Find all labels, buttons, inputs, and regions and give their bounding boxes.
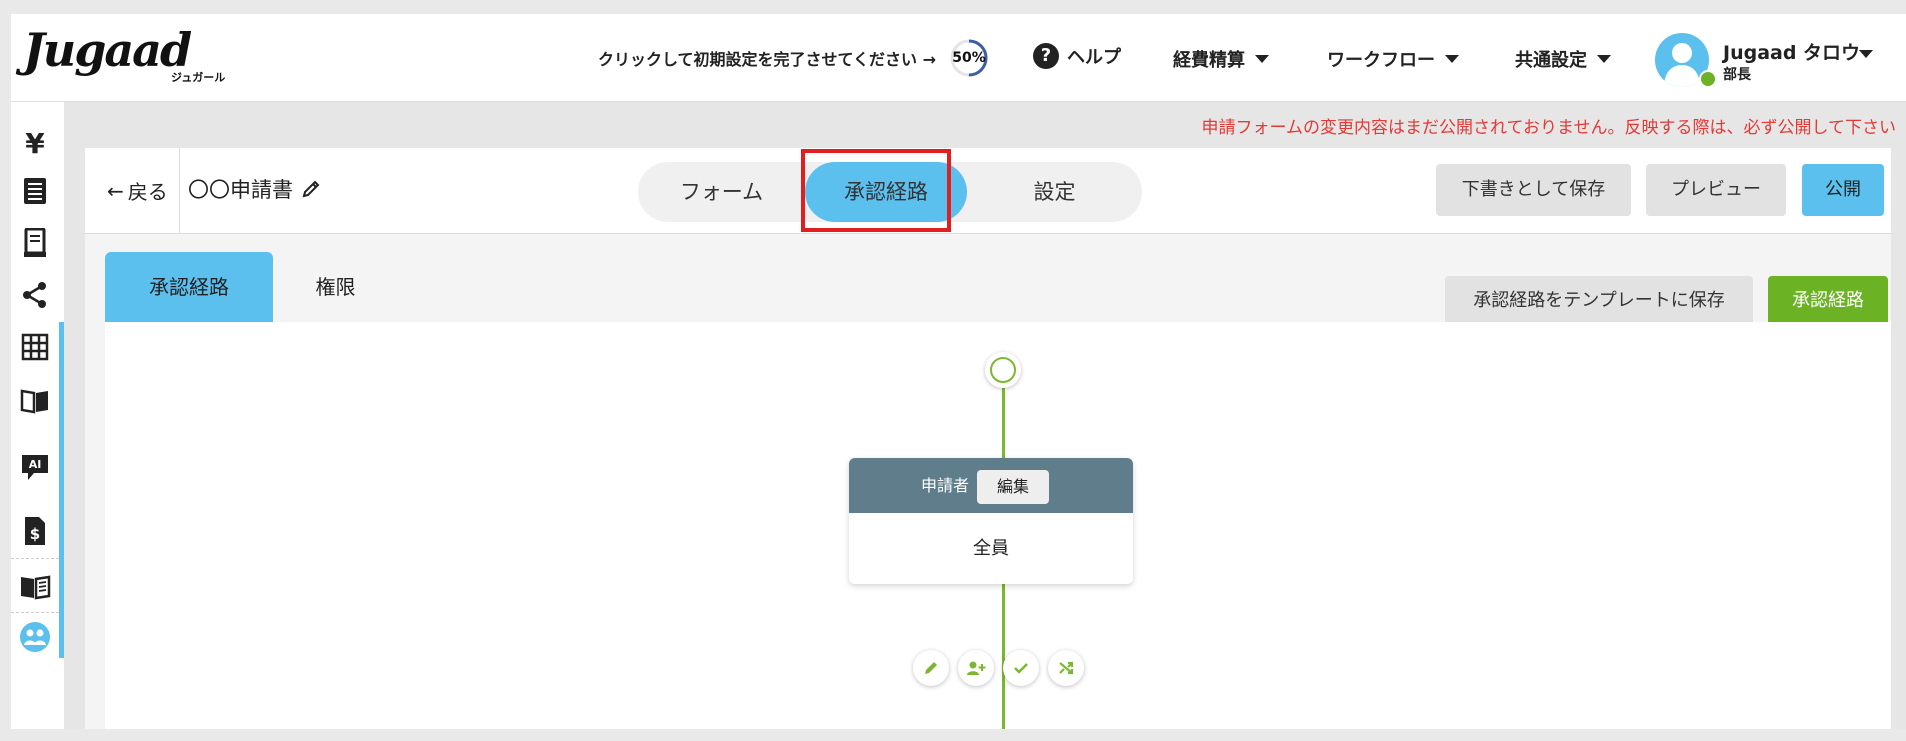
sidebar-item-book[interactable] <box>18 384 52 418</box>
editor-toolbar: ← 戻る 〇〇申請書 フォーム 承認経路 設定 下書きとして保存 プレビュー 公… <box>85 148 1891 234</box>
caret-down-icon <box>1255 55 1269 63</box>
logo-subtitle: ジュガール <box>171 71 226 84</box>
book-icon <box>20 389 48 414</box>
yen-icon: ¥ <box>25 126 45 160</box>
caret-down-icon <box>1445 55 1459 63</box>
publish-button[interactable]: 公開 <box>1802 164 1884 216</box>
edit-applicant-button[interactable]: 編集 <box>977 470 1049 504</box>
shuffle-icon <box>1059 661 1074 675</box>
add-branch-button[interactable] <box>1048 650 1084 686</box>
sidebar-item-payments[interactable]: $ <box>18 514 52 548</box>
help-link[interactable]: ? ヘルプ <box>1033 43 1121 69</box>
receipt-icon <box>24 178 46 204</box>
tab-form[interactable]: フォーム <box>638 162 805 222</box>
manual-icon <box>21 575 51 600</box>
svg-text:$: $ <box>30 525 40 543</box>
back-label: 戻る <box>127 180 168 204</box>
nav-workflow[interactable]: ワークフロー <box>1327 46 1459 72</box>
logo-text: Jugaad <box>23 23 192 77</box>
flow-connector <box>1002 388 1005 458</box>
applicant-node: 申請者 編集 全員 <box>849 458 1133 584</box>
subtab-approval-route[interactable]: 承認経路 <box>105 252 273 322</box>
user-menu-caret-icon[interactable] <box>1859 50 1873 58</box>
online-status-dot <box>1699 70 1717 88</box>
form-name-text: 〇〇申請書 <box>188 178 293 202</box>
toolbar-divider <box>179 148 180 233</box>
user-name[interactable]: Jugaad タロウ <box>1723 38 1860 65</box>
add-confirmation-button[interactable] <box>1003 650 1039 686</box>
sidebar-item-share[interactable] <box>18 278 52 312</box>
share-icon <box>23 282 46 308</box>
unpublished-warning: 申請フォームの変更内容はまだ公開されておりません。反映する際は、必ず公開して下さ… <box>1201 118 1896 138</box>
approval-route-button[interactable]: 承認経路 <box>1768 276 1888 326</box>
sidebar-item-grid[interactable] <box>18 330 52 364</box>
nav-expense[interactable]: 経費精算 <box>1173 46 1269 72</box>
tab-settings[interactable]: 設定 <box>967 162 1142 222</box>
app-window: Jugaad ジュガール クリックして初期設定を完了させてください → 50% … <box>11 14 1906 729</box>
applicant-node-header: 申請者 編集 <box>849 458 1133 513</box>
sidebar-active-indicator <box>59 322 64 658</box>
sidebar-item-invoices[interactable] <box>18 226 52 260</box>
save-as-template-button[interactable]: 承認経路をテンプレートに保存 <box>1445 276 1753 326</box>
back-button[interactable]: ← 戻る <box>107 176 168 205</box>
check-icon <box>1014 663 1028 674</box>
svg-text:AI: AI <box>29 458 42 471</box>
invoice-icon <box>24 228 46 257</box>
setup-prompt[interactable]: クリックして初期設定を完了させてください → <box>598 46 936 70</box>
setup-progress-text: 50% <box>952 50 986 66</box>
form-name[interactable]: 〇〇申請書 <box>188 174 321 204</box>
ai-chat-icon: AI <box>22 455 48 480</box>
edit-step-button[interactable] <box>913 650 949 686</box>
setup-progress-ring[interactable]: 50% <box>949 38 989 78</box>
caret-down-icon <box>1597 55 1611 63</box>
sidebar-item-ai[interactable]: AI <box>18 450 52 484</box>
pencil-icon <box>925 662 937 674</box>
arrow-left-icon: ← <box>107 178 124 203</box>
dollar-doc-icon: $ <box>25 517 45 545</box>
flow-connector <box>1002 584 1005 729</box>
grid-icon <box>21 333 49 361</box>
preview-button[interactable]: プレビュー <box>1646 164 1786 216</box>
sidebar-item-manual[interactable] <box>18 570 52 604</box>
nav-common-settings[interactable]: 共通設定 <box>1515 46 1611 72</box>
help-label: ヘルプ <box>1067 47 1121 68</box>
sidebar-item-expense[interactable]: ¥ <box>18 126 52 160</box>
add-user-icon <box>967 661 986 675</box>
sidebar-item-receipts[interactable] <box>18 174 52 208</box>
sidebar-divider <box>11 558 59 559</box>
people-icon <box>20 622 50 652</box>
applicant-node-value: 全員 <box>973 538 1009 559</box>
pencil-icon <box>302 180 320 198</box>
sidebar-divider <box>11 612 59 613</box>
sidebar: ¥ AI $ <box>11 102 64 729</box>
highlight-box <box>801 149 951 232</box>
save-draft-button[interactable]: 下書きとして保存 <box>1436 164 1631 216</box>
nav-workflow-label: ワークフロー <box>1327 50 1435 71</box>
applicant-node-title: 申請者 <box>921 476 970 495</box>
route-canvas: 申請者 編集 全員 <box>105 322 1891 729</box>
user-role: 部長 <box>1723 67 1751 83</box>
add-approver-button[interactable] <box>958 650 994 686</box>
question-icon: ? <box>1033 43 1059 69</box>
logo[interactable]: Jugaad <box>23 23 192 77</box>
nav-common-settings-label: 共通設定 <box>1515 50 1587 71</box>
sidebar-item-people[interactable] <box>18 620 52 654</box>
start-node <box>985 352 1021 388</box>
top-header: Jugaad ジュガール クリックして初期設定を完了させてください → 50% … <box>11 14 1906 102</box>
editor-card: ← 戻る 〇〇申請書 フォーム 承認経路 設定 下書きとして保存 プレビュー 公… <box>85 148 1891 729</box>
nav-expense-label: 経費精算 <box>1173 50 1245 71</box>
subtab-permissions[interactable]: 権限 <box>273 252 398 322</box>
